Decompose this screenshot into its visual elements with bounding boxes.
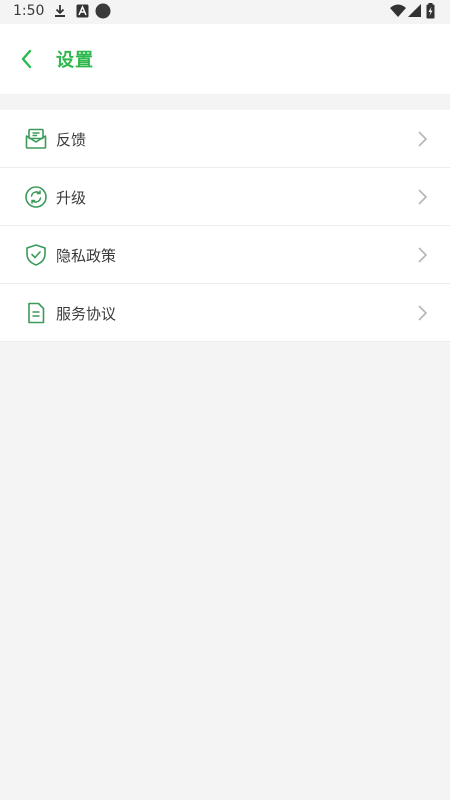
settings-item-label: 反馈 [56,131,87,149]
dot-icon [95,3,111,19]
chevron-left-icon [21,49,32,69]
shield-check-icon [26,244,46,266]
status-bar: 1:50 [0,0,450,24]
section-gap [0,94,450,110]
chevron-right-icon [418,131,428,147]
signal-icon [408,4,421,17]
download-icon [55,5,65,17]
wifi-icon [390,4,406,17]
notification-a-icon [76,4,89,18]
settings-item-label: 隐私政策 [56,247,117,265]
chevron-right-icon [418,247,428,263]
status-time: 1:50 [13,3,45,19]
settings-item-privacy[interactable]: 隐私政策 [0,226,450,284]
refresh-icon [25,186,47,208]
document-icon [28,302,45,324]
mail-feedback-icon [25,128,47,149]
settings-item-service-agreement[interactable]: 服务协议 [0,284,450,342]
header: 设置 [0,24,450,94]
settings-item-label: 升级 [56,189,87,207]
settings-list: 反馈 升级 隐私政策 服务协议 [0,110,450,342]
settings-item-feedback[interactable]: 反馈 [0,110,450,168]
chevron-right-icon [418,189,428,205]
settings-item-label: 服务协议 [56,305,117,323]
battery-icon [426,3,435,19]
chevron-right-icon [418,305,428,321]
page-title: 设置 [56,50,94,71]
settings-item-upgrade[interactable]: 升级 [0,168,450,226]
back-button[interactable] [12,44,42,74]
